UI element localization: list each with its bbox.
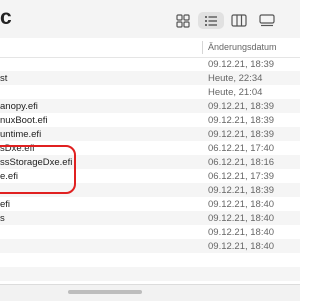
file-row[interactable]: 09.12.21, 18:39 [0, 57, 300, 71]
modified-date: 09.12.21, 18:40 [208, 213, 275, 224]
horizontal-scrollbar[interactable] [68, 290, 142, 294]
file-name: efi [0, 199, 11, 210]
file-row[interactable]: anopy.efi 09.12.21, 18:39 [0, 99, 300, 113]
modified-date: 06.12.21, 17:39 [208, 171, 275, 182]
columns-icon [231, 14, 247, 27]
modified-date: 09.12.21, 18:39 [208, 59, 275, 70]
modified-date: 09.12.21, 18:39 [208, 101, 275, 112]
column-view-button[interactable] [228, 12, 250, 29]
modified-date: Heute, 22:34 [208, 73, 263, 84]
status-bar [0, 284, 300, 301]
gallery-view-button[interactable] [254, 12, 280, 29]
window-title: c [0, 6, 12, 29]
modified-date: Heute, 21:04 [208, 87, 263, 98]
file-row[interactable]: 09.12.21, 18:40 [0, 225, 300, 239]
file-row[interactable]: nuxBoot.efi 09.12.21, 18:39 [0, 113, 300, 127]
file-row[interactable]: efi 09.12.21, 18:40 [0, 197, 300, 211]
file-name: anopy.efi [0, 101, 38, 112]
modified-date: 09.12.21, 18:39 [208, 185, 275, 196]
file-name: st [0, 73, 8, 84]
date-column-header[interactable]: Änderungsdatum [208, 42, 277, 52]
highlight-annotation [0, 145, 76, 194]
file-name: untime.efi [0, 129, 42, 140]
file-row[interactable]: s 09.12.21, 18:40 [0, 211, 300, 225]
modified-date: 09.12.21, 18:40 [208, 227, 275, 238]
modified-date: 09.12.21, 18:39 [208, 115, 275, 126]
modified-date: 09.12.21, 18:40 [208, 199, 275, 210]
modified-date: 06.12.21, 18:16 [208, 157, 275, 168]
column-divider[interactable] [202, 41, 203, 54]
file-row[interactable]: st Heute, 22:34 [0, 71, 300, 85]
list-icon [205, 15, 217, 26]
gallery-icon [259, 14, 275, 27]
file-row[interactable] [0, 253, 300, 267]
modified-date: 09.12.21, 18:39 [208, 129, 275, 140]
file-row[interactable]: 09.12.21, 18:40 [0, 239, 300, 253]
file-name: s [0, 213, 5, 224]
list-view-button[interactable] [198, 12, 224, 29]
toolbar: c [0, 0, 300, 38]
modified-date: 09.12.21, 18:40 [208, 241, 275, 252]
modified-date: 06.12.21, 17:40 [208, 143, 275, 154]
icon-view-button[interactable] [172, 12, 194, 29]
file-row[interactable] [0, 267, 300, 281]
file-name: nuxBoot.efi [0, 115, 48, 126]
grid-icon [176, 13, 190, 28]
file-row[interactable]: Heute, 21:04 [0, 85, 300, 99]
column-header: Änderungsdatum [0, 38, 300, 58]
file-row[interactable]: untime.efi 09.12.21, 18:39 [0, 127, 300, 141]
